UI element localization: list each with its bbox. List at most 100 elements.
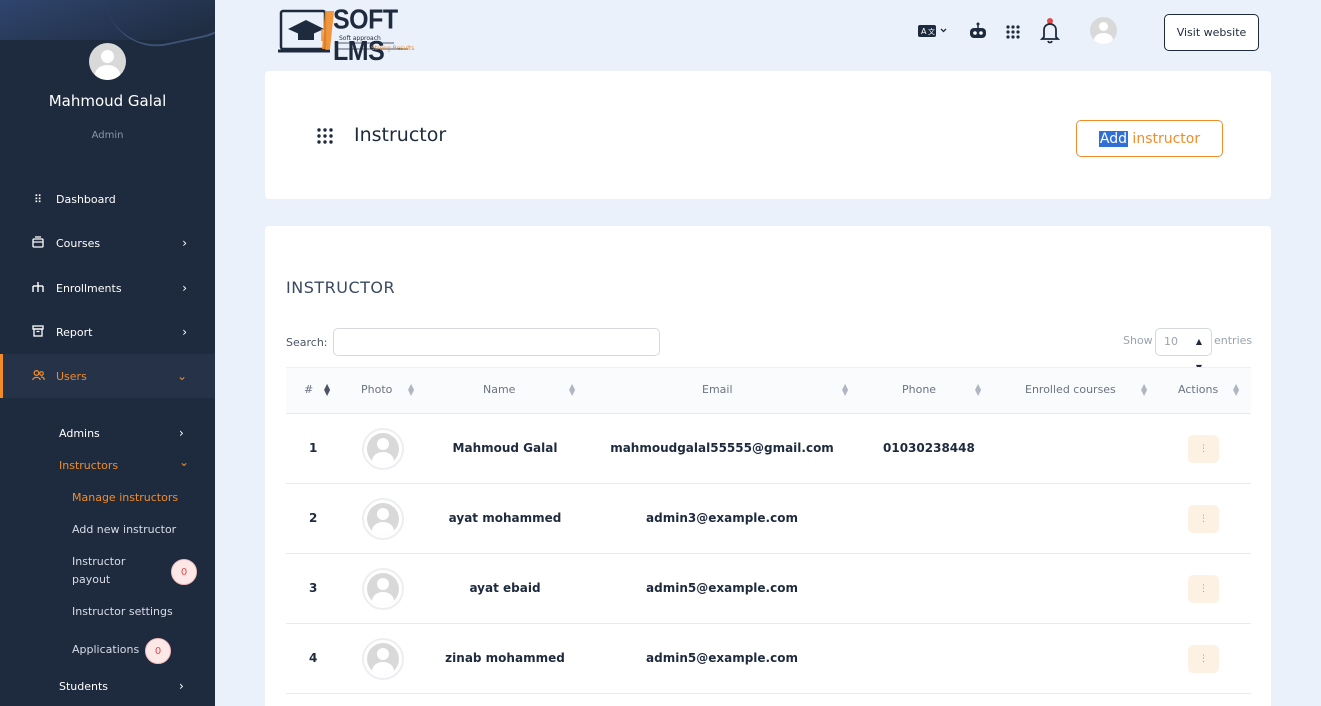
courses-icon	[31, 235, 45, 251]
user-name: Mahmoud Galal	[48, 92, 167, 110]
row-actions-button[interactable]: ⋮	[1188, 575, 1219, 603]
row-avatar	[362, 568, 404, 610]
table-row: 3 ayat ebaid admin5@example.com ⋮	[286, 554, 1251, 624]
logo-tagline: Soft approach	[339, 35, 381, 42]
svg-text:A: A	[921, 27, 927, 36]
apps-grid-icon[interactable]	[1005, 24, 1021, 44]
chevron-right-icon: ›	[179, 679, 184, 693]
row-avatar	[362, 498, 404, 540]
table-header: # ▲ ▼ Photo ▲ ▼ Name ▲ ▼ Email ▲ ▼ Phone ▲ ▼ …	[286, 367, 1251, 414]
column-header-actions[interactable]: Actions	[1178, 383, 1218, 396]
column-header-number[interactable]: #	[304, 383, 313, 396]
nav-item-label: Dashboard	[56, 192, 116, 206]
sidebar-item-add-new-instructor[interactable]: Add new instructor	[72, 521, 176, 539]
column-header-enrolled-courses[interactable]: Enrolled courses	[1025, 383, 1116, 396]
applications-count-badge: 0	[145, 638, 171, 664]
row-name: Mahmoud Galal	[452, 441, 558, 455]
search-input[interactable]	[333, 328, 660, 356]
button-label: instructor	[1127, 130, 1201, 147]
nav-item-enrollments[interactable]: Enrollments ›	[0, 266, 215, 310]
header-avatar[interactable]	[1090, 17, 1117, 44]
sidebar-decoration	[0, 0, 215, 40]
sort-icon[interactable]: ▲ ▼	[842, 383, 848, 397]
chevron-right-icon: ›	[182, 325, 187, 339]
nav-item-label: Users	[56, 369, 87, 383]
column-header-email[interactable]: Email	[702, 383, 733, 396]
sort-icon[interactable]: ▲ ▼	[408, 383, 414, 397]
logo[interactable]: SOFT LMS Soft approach Strong Results	[278, 4, 428, 67]
row-email: admin5@example.com	[646, 651, 798, 665]
enrollments-icon	[31, 281, 45, 296]
robot-icon[interactable]	[968, 22, 988, 44]
sidebar-item-label: payout	[72, 573, 111, 586]
sidebar-item-admins[interactable]: Admins ›	[59, 426, 199, 440]
table-row: 4 zinab mohammed admin5@example.com ⋮	[286, 624, 1251, 694]
chevron-right-icon: ›	[182, 281, 187, 295]
table-row: 1 Mahmoud Galal mahmoudgalal55555@gmail.…	[286, 414, 1251, 484]
nav-item-dashboard[interactable]: ⠿ Dashboard	[0, 177, 215, 221]
row-actions-button[interactable]: ⋮	[1188, 645, 1219, 673]
row-avatar	[362, 638, 404, 680]
sort-icon[interactable]: ▲ ▼	[324, 383, 330, 397]
row-actions-button[interactable]: ⋮	[1188, 435, 1219, 463]
row-email: admin3@example.com	[646, 511, 798, 525]
search-label: Search:	[286, 336, 328, 349]
user-avatar[interactable]	[89, 43, 126, 80]
row-email: admin5@example.com	[646, 581, 798, 595]
row-email: mahmoudgalal55555@gmail.com	[610, 441, 834, 455]
sidebar-item-instructors[interactable]: Instructors ⌄	[59, 455, 199, 472]
sort-icon[interactable]: ▲ ▼	[975, 383, 981, 397]
bell-icon[interactable]	[1039, 18, 1061, 48]
payout-count-badge: 0	[171, 559, 197, 585]
entries-label: entries	[1214, 334, 1253, 347]
nav-item-report[interactable]: Report ›	[0, 310, 215, 354]
column-header-photo[interactable]: Photo	[361, 383, 392, 396]
row-number: 1	[309, 441, 318, 455]
visit-website-button[interactable]: Visit website	[1164, 14, 1259, 51]
nav-item-courses[interactable]: Courses ›	[0, 221, 215, 265]
entries-select[interactable]: 10 ▲▼	[1155, 328, 1212, 372]
row-name: zinab mohammed	[445, 651, 565, 665]
row-number: 3	[309, 581, 318, 595]
sidebar-item-instructor-payout[interactable]: Instructor payout	[72, 553, 125, 589]
sidebar-item-label: Instructors	[59, 459, 119, 472]
row-phone: 01030238448	[883, 441, 975, 455]
active-indicator	[0, 354, 3, 398]
nav-item-label: Enrollments	[56, 281, 122, 295]
row-number: 2	[309, 511, 318, 525]
nav-item-users[interactable]: Users ⌄	[0, 354, 215, 398]
chevron-down-icon: ⌄	[179, 455, 190, 469]
sidebar-item-label: Admins	[59, 427, 100, 440]
chevron-down-icon: ⌄	[176, 369, 187, 383]
sidebar: Mahmoud Galal Admin ⠿ Dashboard Courses …	[0, 0, 215, 706]
row-name: ayat ebaid	[469, 581, 541, 595]
sidebar-item-students[interactable]: Students ›	[59, 679, 199, 693]
row-number: 4	[309, 651, 318, 665]
sort-icon[interactable]: ▲ ▼	[569, 383, 575, 397]
language-icon[interactable]: A文	[917, 23, 951, 43]
sort-icon[interactable]: ▲ ▼	[1233, 383, 1239, 397]
column-header-name[interactable]: Name	[483, 383, 515, 396]
sidebar-item-applications[interactable]: Applications	[72, 641, 139, 659]
row-avatar	[362, 428, 404, 470]
row-actions-button[interactable]: ⋮	[1188, 505, 1219, 533]
add-instructor-button[interactable]: Add instructor	[1076, 120, 1223, 157]
sidebar-item-instructor-settings[interactable]: Instructor settings	[72, 603, 173, 621]
sidebar-item-label: Students	[59, 680, 109, 693]
svg-text:文: 文	[928, 27, 935, 36]
user-role: Admin	[91, 130, 124, 141]
grid-icon	[316, 127, 334, 145]
page-title: Instructor	[354, 124, 447, 146]
section-title: INSTRUCTOR	[286, 278, 396, 297]
dashboard-icon: ⠿	[33, 192, 43, 206]
row-name: ayat mohammed	[448, 511, 562, 525]
report-icon	[31, 324, 45, 340]
table-row: 2 ayat mohammed admin3@example.com ⋮	[286, 484, 1251, 554]
sort-icon[interactable]: ▲ ▼	[1141, 383, 1147, 397]
sidebar-item-manage-instructors[interactable]: Manage instructors	[72, 489, 178, 507]
column-header-phone[interactable]: Phone	[902, 383, 936, 396]
nav-item-label: Report	[56, 325, 93, 339]
entries-value: 10	[1164, 335, 1178, 348]
button-label-selected: Add	[1098, 130, 1128, 147]
chevron-right-icon: ›	[179, 426, 184, 440]
